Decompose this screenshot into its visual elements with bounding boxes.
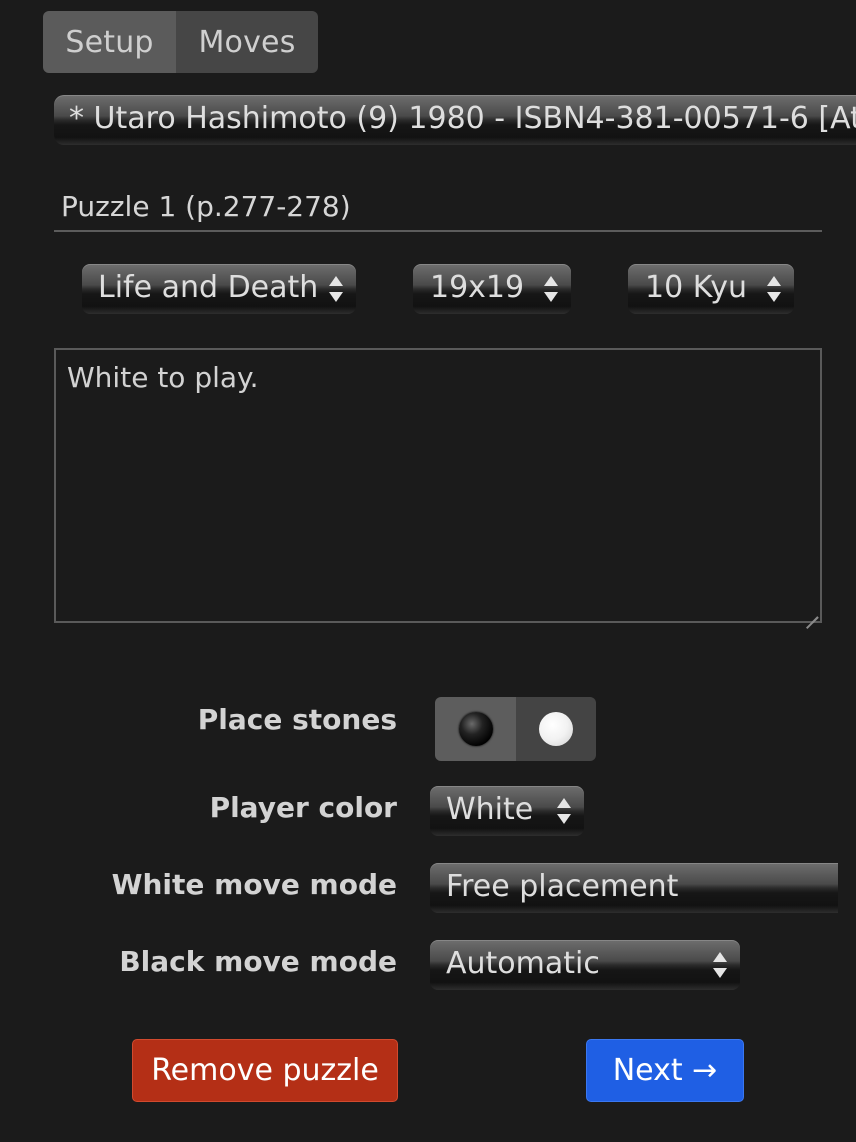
select-arrows-icon	[557, 796, 571, 826]
tab-setup[interactable]: Setup	[43, 11, 176, 73]
remove-puzzle-button[interactable]: Remove puzzle	[132, 1039, 398, 1102]
mode-tabs: Setup Moves	[43, 11, 318, 73]
board-size-value: 19x19	[430, 270, 525, 305]
player-color-select[interactable]: White	[430, 786, 584, 836]
place-white-stone-button[interactable]	[516, 697, 596, 761]
select-arrows-icon	[329, 274, 343, 304]
description-textarea[interactable]: White to play.	[54, 348, 822, 623]
black-move-mode-select[interactable]: Automatic	[430, 940, 740, 990]
black-move-mode-value: Automatic	[446, 946, 600, 981]
place-black-stone-button[interactable]	[435, 697, 516, 761]
puzzle-title-value: Puzzle 1 (p.277-278)	[61, 190, 351, 223]
white-move-mode-label: White move mode	[111, 868, 397, 901]
rank-value: 10 Kyu	[645, 270, 747, 305]
next-button[interactable]: Next →	[586, 1039, 744, 1102]
description-text: White to play.	[67, 361, 259, 394]
puzzle-title-input[interactable]: Puzzle 1 (p.277-278)	[54, 186, 822, 232]
puzzle-type-select[interactable]: Life and Death	[82, 264, 356, 314]
white-stone-icon	[539, 712, 573, 746]
place-stones-label: Place stones	[197, 703, 397, 736]
resize-handle-icon[interactable]	[804, 605, 818, 619]
white-move-mode-select[interactable]: Free placement	[430, 863, 838, 913]
select-arrows-icon	[713, 950, 727, 980]
player-color-value: White	[446, 792, 534, 827]
tab-moves[interactable]: Moves	[176, 11, 318, 73]
board-size-select[interactable]: 19x19	[413, 264, 571, 314]
white-move-mode-value: Free placement	[446, 869, 679, 904]
puzzle-editor-panel: Setup Moves * Utaro Hashimoto (9) 1980 -…	[0, 0, 856, 1142]
place-stones-toggle	[435, 697, 596, 761]
player-color-label: Player color	[209, 791, 397, 824]
black-stone-icon	[458, 712, 493, 746]
select-arrows-icon	[544, 274, 558, 304]
black-move-mode-label: Black move mode	[119, 945, 397, 978]
select-arrows-icon	[767, 274, 781, 304]
puzzle-type-value: Life and Death	[98, 270, 319, 305]
collection-select-value: * Utaro Hashimoto (9) 1980 - ISBN4-381-0…	[69, 101, 856, 136]
rank-select[interactable]: 10 Kyu	[628, 264, 794, 314]
collection-select[interactable]: * Utaro Hashimoto (9) 1980 - ISBN4-381-0…	[54, 95, 856, 145]
